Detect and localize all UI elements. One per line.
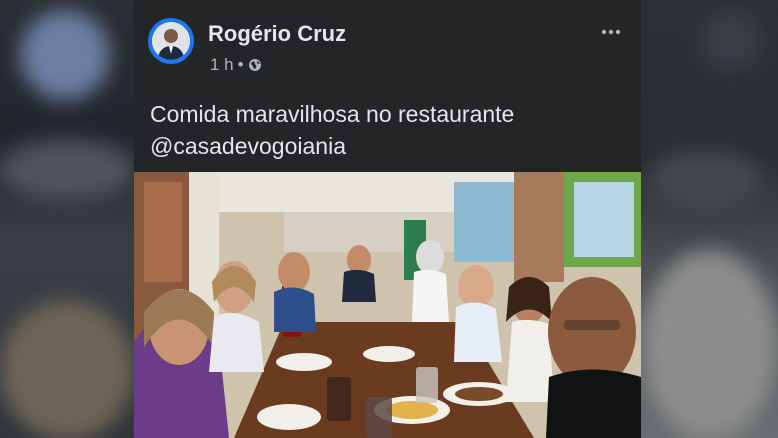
post-card: Rogério Cruz 1 h • Comida maravilhosa no…: [134, 0, 641, 438]
blurred-avatar-shape: [20, 10, 110, 100]
globe-icon: [248, 58, 262, 72]
author-name[interactable]: Rogério Cruz: [208, 21, 346, 47]
restaurant-group-photo: [134, 172, 641, 438]
caption-line-2[interactable]: @casadevogoiania: [150, 130, 620, 162]
blurred-dots-shape: [701, 10, 761, 70]
avatar-photo: [152, 22, 190, 60]
post-time[interactable]: 1 h: [210, 55, 234, 75]
more-options-icon[interactable]: [601, 18, 621, 41]
blurred-photo-shape-right: [641, 250, 778, 438]
blurred-text-shape-right: [651, 150, 761, 210]
blurred-photo-shape: [0, 300, 134, 438]
blurred-background-right: [641, 0, 778, 438]
meta-separator: •: [237, 55, 244, 74]
caption-line-1: Comida maravilhosa no restaurante: [150, 101, 515, 127]
blurred-text-shape: [0, 140, 134, 200]
author-avatar[interactable]: [148, 18, 194, 64]
post-photo[interactable]: [134, 172, 641, 438]
blurred-background-left: [0, 0, 134, 438]
post-caption: Comida maravilhosa no restaurante @casad…: [150, 98, 620, 162]
post-meta: 1 h •: [210, 55, 262, 75]
